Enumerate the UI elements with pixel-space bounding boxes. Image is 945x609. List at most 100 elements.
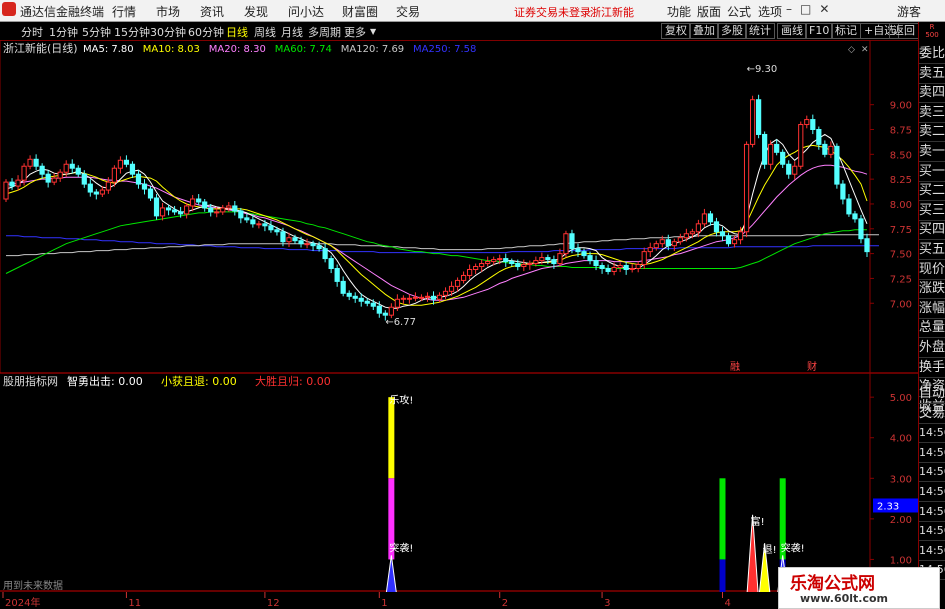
quote-label-4: 卖二 bbox=[919, 122, 945, 143]
candle-body bbox=[689, 231, 695, 235]
candle-body bbox=[774, 143, 780, 153]
candle-body bbox=[382, 312, 388, 316]
price-tick-label-2: 8.50 bbox=[890, 150, 912, 161]
period-weekly[interactable]: 周线 bbox=[254, 24, 276, 40]
candle-body bbox=[551, 259, 557, 265]
period-more[interactable]: 更多 bbox=[344, 24, 366, 40]
close-pane-icon: ✕ bbox=[861, 45, 869, 55]
candle-body bbox=[346, 292, 352, 297]
ma-line-ma20 bbox=[6, 164, 868, 301]
candle-body bbox=[111, 167, 117, 183]
back-button[interactable]: 返回 bbox=[889, 23, 919, 39]
candle-body bbox=[539, 257, 545, 262]
f10-button[interactable]: F10 bbox=[805, 23, 834, 39]
candle-body bbox=[165, 207, 172, 211]
candle-body bbox=[57, 171, 63, 179]
candle-body bbox=[117, 159, 124, 169]
menu-gongshi[interactable]: 公式 bbox=[727, 3, 751, 20]
period-15min[interactable]: 15分钟 bbox=[114, 24, 150, 40]
candle-body bbox=[21, 165, 27, 181]
candle-body bbox=[51, 177, 57, 183]
period-multi[interactable]: 多周期 bbox=[308, 24, 341, 40]
quote-label-11: 现价 bbox=[919, 260, 945, 280]
trade-record-0[interactable]: 自动 bbox=[919, 384, 945, 404]
candle-body bbox=[460, 274, 467, 281]
chart-title: 浙江新能(日线) bbox=[3, 41, 78, 55]
mark-button[interactable]: 标记 bbox=[831, 23, 861, 39]
period-monthly[interactable]: 月线 bbox=[281, 24, 303, 40]
menu-faxian[interactable]: 发现 bbox=[244, 3, 268, 20]
indicator-tick-label-1: 4.00 bbox=[890, 434, 912, 445]
menu-caifuquan[interactable]: 财富圈 bbox=[342, 3, 378, 20]
x-axis-label-4: 2 bbox=[502, 598, 508, 609]
period-fenshi[interactable]: 分时 bbox=[21, 24, 43, 40]
overlay-button[interactable]: 叠加 bbox=[689, 23, 719, 39]
x-axis-label-0: 2024年 bbox=[5, 596, 40, 609]
menu-banmian[interactable]: 版面 bbox=[697, 3, 721, 20]
trade-record-4: 14:56 bbox=[919, 462, 945, 483]
candle-body bbox=[479, 263, 485, 268]
candle-body bbox=[671, 241, 677, 247]
price-tick-label-5: 7.75 bbox=[890, 225, 912, 236]
quote-label-5: 卖一 bbox=[919, 142, 945, 162]
quote-label-0: 委比 bbox=[919, 44, 945, 64]
candle-body bbox=[220, 207, 226, 213]
login-status-link[interactable]: 证券交易未登录 bbox=[514, 4, 591, 20]
candle-body bbox=[605, 268, 611, 272]
candle-body bbox=[647, 247, 653, 253]
candle-body bbox=[250, 219, 256, 225]
chart-area[interactable]: 浙江新能(日线) MA5: 7.80 MA10: 8.03 MA20: 8.30 MA6… bbox=[0, 40, 918, 609]
candle-body bbox=[304, 243, 310, 246]
menu-gongneng[interactable]: 功能 bbox=[667, 3, 691, 20]
guest-user-label[interactable]: 游客 bbox=[897, 3, 921, 20]
signal-label-0-1: 突袭! bbox=[389, 541, 413, 554]
candle-body bbox=[292, 237, 298, 242]
candle-body bbox=[190, 198, 196, 207]
price-tick-label-7: 7.25 bbox=[890, 274, 912, 285]
statistics-button[interactable]: 统计 bbox=[745, 23, 775, 39]
menu-wenxiaoda[interactable]: 问小达 bbox=[288, 3, 324, 20]
candle-body bbox=[45, 173, 51, 183]
quote-label-12: 涨跌 bbox=[919, 279, 945, 300]
candle-body bbox=[370, 302, 376, 307]
draw-line-button[interactable]: 画线 bbox=[777, 23, 807, 39]
multi-stock-button[interactable]: 多股 bbox=[717, 23, 747, 39]
menu-shichang[interactable]: 市场 bbox=[156, 3, 180, 20]
trade-record-1[interactable]: 交易 bbox=[919, 404, 945, 424]
candle-body bbox=[611, 267, 617, 272]
period-5min[interactable]: 5分钟 bbox=[82, 24, 111, 40]
quote-label-6: 买一 bbox=[919, 162, 945, 182]
price-tick-label-0: 9.00 bbox=[890, 101, 912, 112]
candle-body bbox=[93, 191, 99, 195]
candle-body bbox=[725, 235, 732, 245]
candle-body bbox=[436, 294, 443, 300]
restore-rights-button[interactable]: 复权 bbox=[661, 23, 691, 39]
restore-icon[interactable]: □ bbox=[800, 2, 819, 16]
period-60min[interactable]: 60分钟 bbox=[188, 24, 224, 40]
period-daily[interactable]: 日线 bbox=[226, 24, 248, 40]
candle-body bbox=[105, 181, 111, 191]
candle-body bbox=[9, 181, 15, 187]
candle-body bbox=[545, 257, 551, 261]
menu-hangqing[interactable]: 行情 bbox=[112, 3, 136, 20]
menu-jiaoyi[interactable]: 交易 bbox=[396, 3, 420, 20]
ma-line-ma5 bbox=[5, 133, 868, 309]
quote-label-2: 卖四 bbox=[919, 83, 945, 104]
price-tick-label-4: 8.00 bbox=[890, 200, 912, 211]
candle-body bbox=[798, 124, 804, 167]
candle-body bbox=[485, 261, 491, 265]
ma-legend-ma120: MA120: 7.69 bbox=[341, 44, 404, 55]
candle-body bbox=[63, 163, 69, 173]
candle-body bbox=[864, 238, 870, 253]
menu-zixun[interactable]: 资讯 bbox=[200, 3, 224, 20]
period-1min[interactable]: 1分钟 bbox=[49, 24, 78, 40]
period-30min[interactable]: 30分钟 bbox=[150, 24, 186, 40]
close-icon[interactable]: ✕ bbox=[819, 2, 837, 16]
candle-body bbox=[719, 231, 726, 237]
candle-body bbox=[352, 295, 358, 299]
candle-body bbox=[834, 145, 840, 185]
chevron-down-icon[interactable]: ▼ bbox=[370, 27, 376, 36]
candle-body bbox=[828, 145, 834, 155]
minimize-icon[interactable]: – bbox=[786, 2, 800, 16]
menu-xuanxiang[interactable]: 选项 bbox=[758, 3, 782, 20]
